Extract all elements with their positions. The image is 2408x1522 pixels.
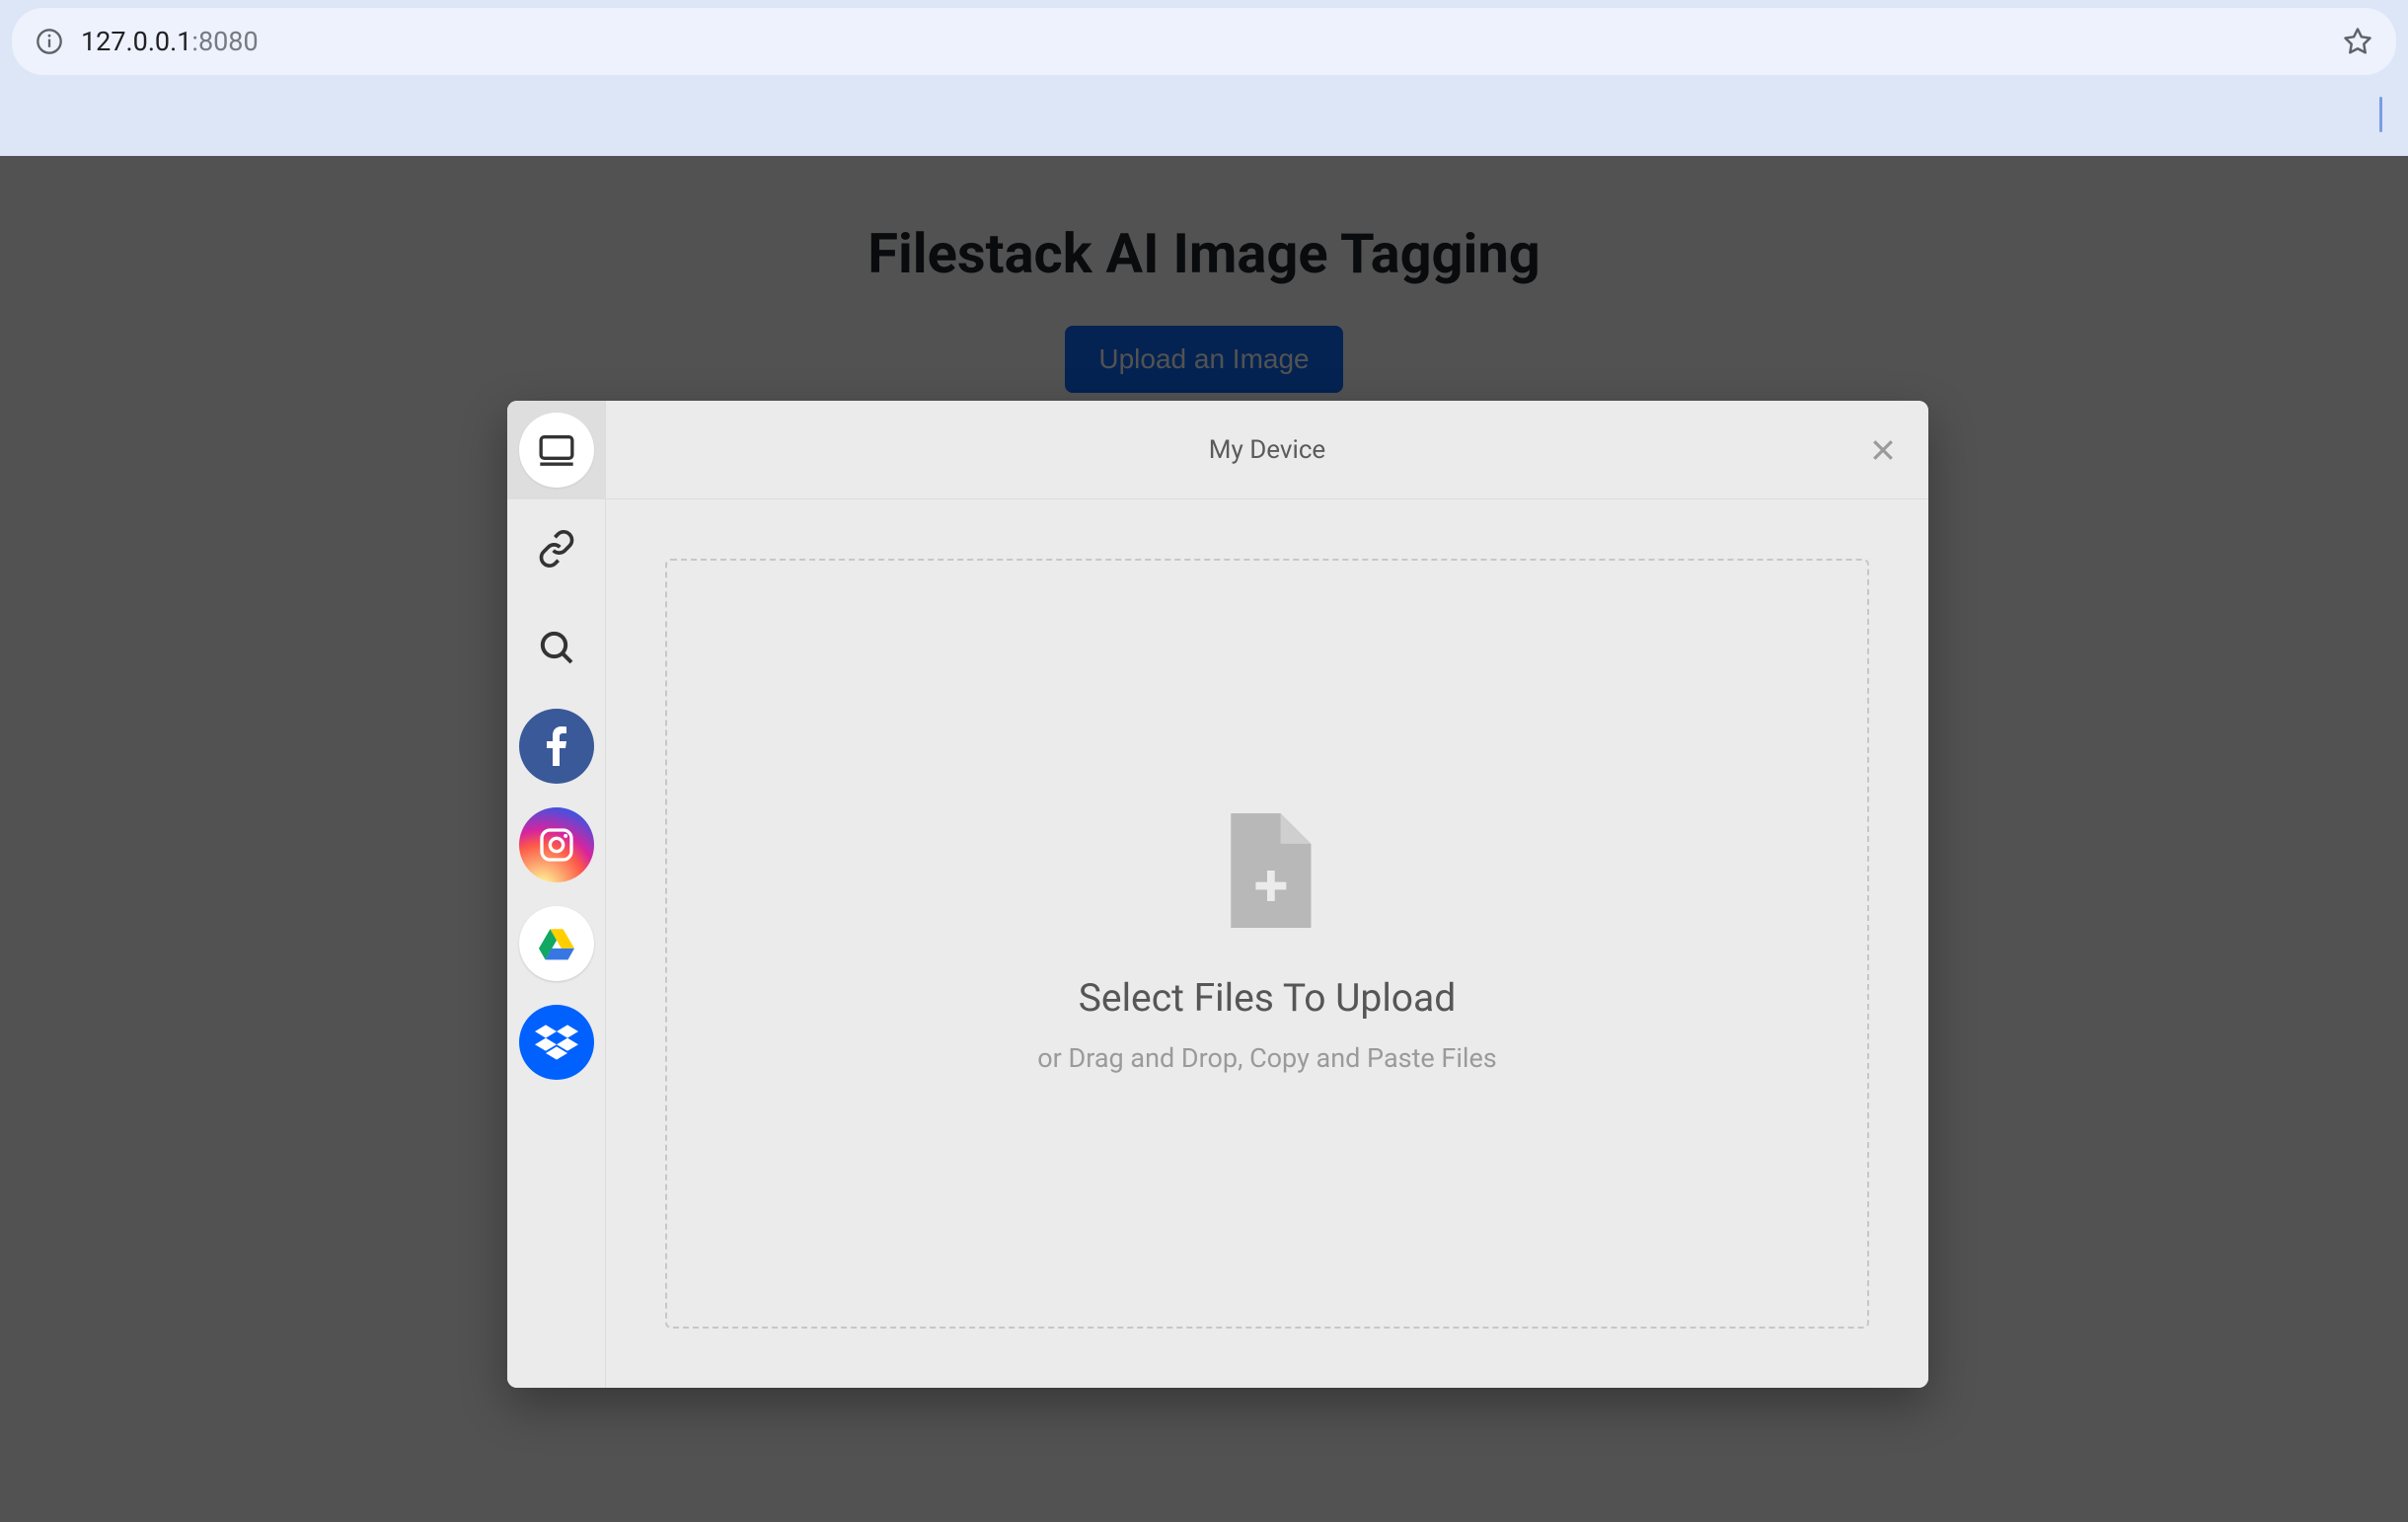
dropzone-subtitle: or Drag and Drop, Copy and Paste Files: [1037, 1042, 1496, 1074]
page-wrapper: Filestack AI Image Tagging Upload an Ima…: [0, 156, 2408, 1522]
picker-title: My Device: [1209, 435, 1325, 465]
source-local[interactable]: [507, 401, 605, 499]
picker-header: My Device: [606, 401, 1928, 499]
source-facebook[interactable]: [507, 697, 605, 796]
browser-chrome: 127.0.0.1:8080: [0, 0, 2408, 156]
url-bar[interactable]: 127.0.0.1:8080: [12, 8, 2396, 75]
googledrive-icon: [519, 906, 594, 981]
close-icon[interactable]: [1865, 432, 1901, 468]
search-icon: [519, 610, 594, 685]
picker-body: Select Files To Upload or Drag and Drop,…: [606, 499, 1928, 1388]
source-url[interactable]: [507, 499, 605, 598]
dropzone-title: Select Files To Upload: [1079, 975, 1457, 1021]
url-text[interactable]: 127.0.0.1:8080: [81, 26, 2325, 57]
info-icon[interactable]: [36, 28, 63, 55]
source-instagram[interactable]: [507, 796, 605, 894]
file-picker-modal: My Device: [507, 401, 1928, 1388]
dropbox-icon: [519, 1005, 594, 1080]
url-host: 127.0.0.1: [81, 26, 191, 57]
picker-main: My Device: [606, 401, 1928, 1388]
file-plus-icon: [1223, 813, 1312, 928]
bookmark-overflow-icon[interactable]: [2379, 97, 2382, 132]
bookmark-star-icon[interactable]: [2343, 27, 2372, 56]
link-icon: [519, 511, 594, 586]
device-icon: [519, 413, 594, 488]
source-googledrive[interactable]: [507, 894, 605, 993]
bookmark-bar: [12, 75, 2396, 154]
dropzone[interactable]: Select Files To Upload or Drag and Drop,…: [665, 559, 1869, 1329]
picker-sidebar: [507, 401, 606, 1388]
facebook-icon: [519, 709, 594, 784]
url-port: :8080: [191, 26, 258, 57]
source-dropbox[interactable]: [507, 993, 605, 1092]
instagram-icon: [519, 807, 594, 882]
source-search[interactable]: [507, 598, 605, 697]
